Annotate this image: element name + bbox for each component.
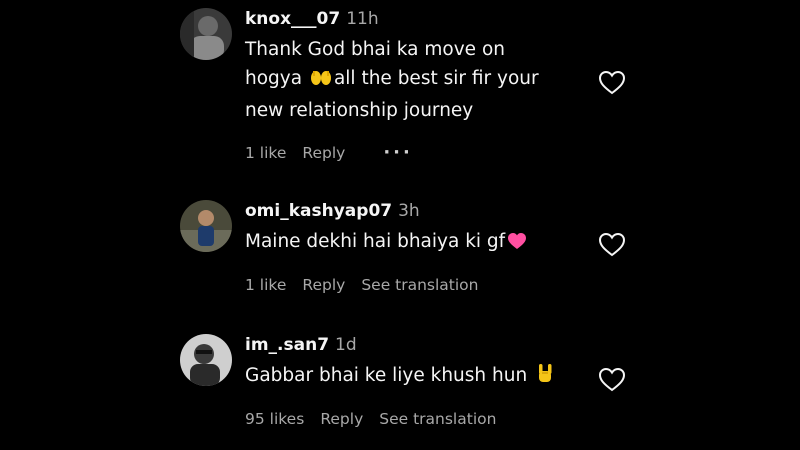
like-heart-icon[interactable] [598, 70, 626, 96]
comment-text: Gabbar bhai ke liye khush hun [245, 361, 575, 393]
timestamp: 1d [335, 335, 357, 355]
avatar[interactable] [180, 334, 232, 386]
comment-text-line: all the best sir fir your [333, 68, 539, 89]
likes-count[interactable]: 1 like [245, 144, 286, 162]
raising-hands-icon [310, 67, 332, 96]
comment-actions: 95 likes Reply See translation [245, 410, 512, 428]
comment-text-line: Gabbar bhai ke liye khush hun [245, 365, 534, 386]
reply-button[interactable]: Reply [302, 276, 345, 294]
reply-button[interactable]: Reply [302, 144, 345, 162]
comment-text-line: Maine dekhi hai bhaiya ki gf [245, 231, 506, 252]
username[interactable]: knox___07 [245, 9, 340, 29]
rock-on-hand-icon [535, 362, 555, 393]
username[interactable]: im_.san7 [245, 335, 329, 355]
pink-heart-icon [507, 230, 527, 259]
likes-count[interactable]: 95 likes [245, 410, 304, 428]
avatar[interactable] [180, 200, 232, 252]
comment-text-line: hogya [245, 68, 308, 89]
like-heart-icon[interactable] [598, 232, 626, 258]
comment-text-line: Thank God bhai ka move on [245, 39, 505, 60]
avatar[interactable] [180, 8, 232, 60]
comment-actions: 1 like Reply See translation [245, 276, 495, 294]
see-translation-link[interactable]: See translation [361, 276, 478, 294]
comment-actions: 1 like Reply ··· [245, 142, 429, 163]
see-translation-link[interactable]: See translation [379, 410, 496, 428]
comment-text: Maine dekhi hai bhaiya ki gf [245, 227, 575, 259]
username[interactable]: omi_kashyap07 [245, 201, 392, 221]
reply-button[interactable]: Reply [320, 410, 363, 428]
comment-body: omi_kashyap07 3h Maine dekhi hai bhaiya k… [245, 200, 575, 259]
timestamp: 3h [398, 201, 420, 221]
likes-count[interactable]: 1 like [245, 276, 286, 294]
like-heart-icon[interactable] [598, 367, 626, 393]
comment-body: knox___07 11h Thank God bhai ka move on h… [245, 8, 575, 125]
comment-text-line: new relationship journey [245, 100, 474, 121]
timestamp: 11h [346, 9, 379, 29]
comment-body: im_.san7 1d Gabbar bhai ke liye khush hun [245, 334, 575, 393]
comment-text: Thank God bhai ka move on hogya all the … [245, 35, 575, 125]
more-options-icon[interactable]: ··· [383, 142, 413, 163]
